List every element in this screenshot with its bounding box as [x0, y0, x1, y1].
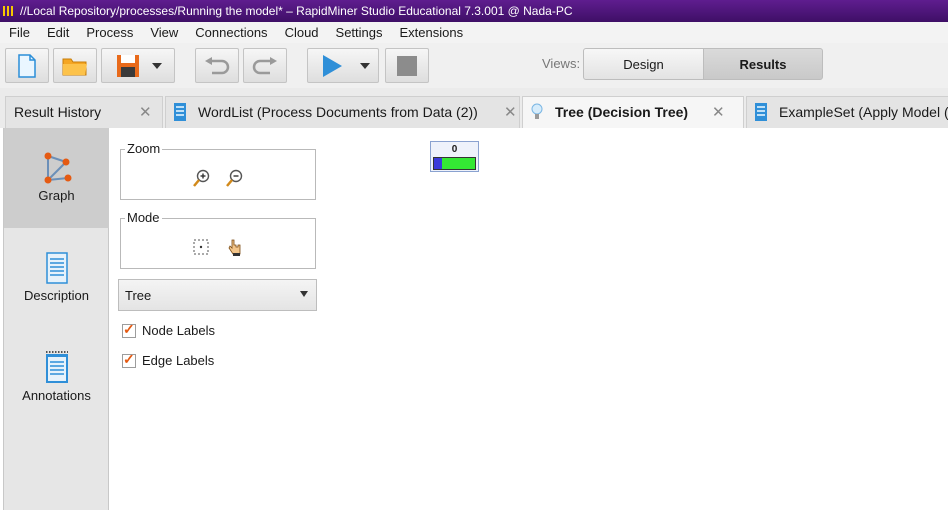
sidenav-item-annotations[interactable]: Annotations [4, 328, 109, 428]
close-icon[interactable]: ✕ [504, 103, 517, 121]
edge-labels-option[interactable]: ✓ Edge Labels [122, 350, 215, 368]
edge-labels-checkbox[interactable]: ✓ [122, 350, 136, 368]
save-disk-icon [117, 54, 139, 77]
menu-settings[interactable]: Settings [327, 25, 391, 40]
close-icon[interactable]: ✕ [712, 103, 725, 121]
save-process-button[interactable] [101, 48, 175, 83]
zoom-out-icon[interactable] [226, 169, 244, 187]
sidenav-label: Annotations [22, 388, 91, 403]
class-distribution-bar [433, 157, 476, 170]
window-title: //Local Repository/processes/Running the… [20, 4, 573, 18]
redo-icon [252, 56, 277, 74]
folder-icon [62, 58, 87, 75]
design-view-button[interactable]: Design [583, 48, 704, 80]
sidenav-label: Description [23, 288, 90, 303]
tree-graph-panel: Zoom Mode Tree ✓ Node Labels ✓ Edge Labe… [110, 128, 948, 510]
notepad-icon [45, 351, 68, 383]
menu-edit[interactable]: Edit [38, 25, 77, 40]
views-label: Views: [542, 56, 581, 71]
mode-group: Mode [120, 210, 316, 269]
menu-process[interactable]: Process [77, 25, 141, 40]
layout-select[interactable]: Tree [118, 279, 317, 311]
menu-connections[interactable]: Connections [186, 25, 275, 40]
play-icon [323, 54, 342, 77]
result-view-sidenav: Graph Description Annotations [3, 128, 109, 510]
undo-button[interactable] [195, 48, 239, 83]
results-tab-bar: Result History ✕ WordList (Process Docum… [0, 88, 948, 128]
sidenav-item-description[interactable]: Description [4, 228, 109, 328]
sidenav-label: Graph [38, 188, 75, 203]
tab-exampleset[interactable]: ExampleSet (Apply Model (2) [746, 96, 948, 128]
node-labels-checkbox[interactable]: ✓ [122, 320, 136, 338]
tab-label: WordList (Process Documents from Data (2… [198, 104, 478, 120]
menu-bar: File Edit Process View Connections Cloud… [0, 22, 948, 43]
chevron-down-icon [300, 291, 308, 297]
tab-wordlist[interactable]: WordList (Process Documents from Data (2… [165, 96, 520, 128]
layout-select-value: Tree [125, 288, 152, 303]
menu-file[interactable]: File [0, 25, 38, 40]
results-view-button[interactable]: Results [703, 48, 823, 80]
stop-icon [397, 55, 417, 76]
window-title-bar: //Local Repository/processes/Running the… [0, 0, 948, 22]
redo-button[interactable] [243, 48, 287, 83]
main-toolbar: Views: Design Results [0, 43, 948, 88]
checkmark-icon: ✓ [123, 320, 135, 337]
zoom-group: Zoom [120, 141, 316, 200]
mode-group-title: Mode [125, 210, 162, 225]
node-labels-label: Node Labels [142, 323, 215, 338]
close-icon[interactable]: ✕ [139, 103, 152, 121]
hand-pan-icon[interactable] [227, 238, 243, 256]
checkmark-icon: ✓ [123, 350, 135, 367]
menu-cloud[interactable]: Cloud [276, 25, 327, 40]
tab-label: Result History [14, 104, 102, 120]
graph-icon [44, 152, 71, 184]
tree-node-label: 0 [451, 144, 458, 155]
lightbulb-icon [531, 103, 543, 119]
tab-label: Tree (Decision Tree) [555, 104, 689, 120]
chevron-down-icon[interactable] [360, 63, 370, 69]
undo-icon [205, 56, 230, 74]
node-labels-option[interactable]: ✓ Node Labels [122, 320, 215, 338]
chevron-down-icon[interactable] [152, 63, 162, 69]
tab-decision-tree[interactable]: Tree (Decision Tree) ✕ [522, 96, 744, 128]
tree-root-node[interactable]: 0 [430, 141, 479, 172]
table-icon [755, 103, 767, 121]
zoom-in-icon[interactable] [193, 169, 211, 187]
select-mode-icon[interactable] [193, 239, 209, 255]
zoom-group-title: Zoom [125, 141, 163, 156]
menu-view[interactable]: View [141, 25, 186, 40]
open-process-button[interactable] [53, 48, 97, 83]
tab-label: ExampleSet (Apply Model (2) [779, 104, 948, 120]
menu-extensions[interactable]: Extensions [391, 25, 472, 40]
run-process-button[interactable] [307, 48, 379, 83]
class-distribution-bar-segment [434, 158, 443, 169]
sidenav-item-graph[interactable]: Graph [4, 128, 109, 228]
new-process-button[interactable] [5, 48, 49, 83]
new-file-icon [18, 53, 36, 78]
stop-process-button[interactable] [385, 48, 429, 83]
rapidminer-logo-icon [3, 6, 13, 16]
edge-labels-label: Edge Labels [142, 353, 215, 368]
tab-result-history[interactable]: Result History ✕ [5, 96, 163, 128]
table-icon [174, 103, 186, 121]
document-icon [45, 252, 68, 284]
